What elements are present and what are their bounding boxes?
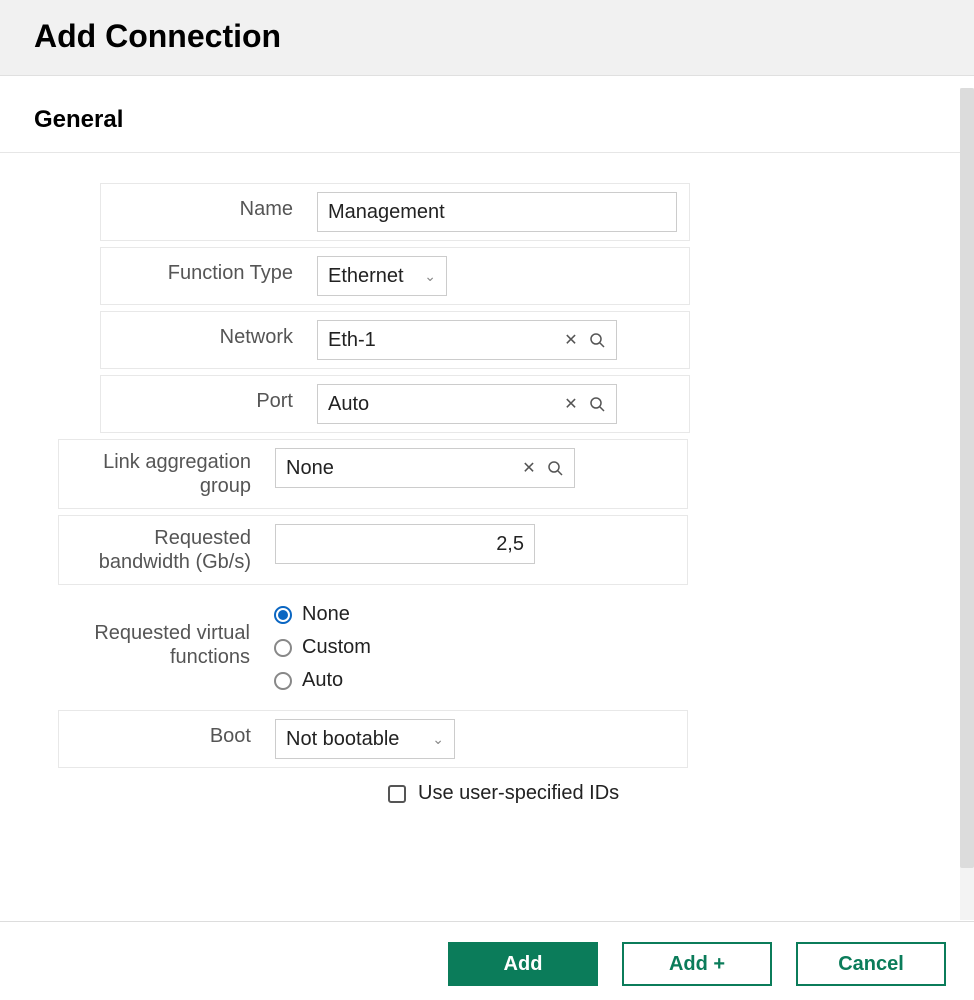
label-port: Port [101,376,311,427]
port-combo[interactable]: Auto ✕ [317,384,617,424]
add-plus-button-label: Add + [669,953,725,976]
clear-icon[interactable]: ✕ [562,331,580,349]
clear-icon[interactable]: ✕ [520,459,538,477]
section-header: General [0,76,974,153]
use-ids-label: Use user-specified IDs [418,782,619,805]
add-button-label: Add [504,953,543,976]
label-name: Name [101,184,311,235]
row-lag: Link aggregation group None ✕ [58,439,688,509]
row-use-ids[interactable]: Use user-specified IDs [172,782,802,805]
network-combo[interactable]: Eth-1 ✕ [317,320,617,360]
form-body: Name Management Function Type Ethernet ⌄ [0,153,974,835]
radio-none[interactable]: None [274,603,371,626]
cancel-button[interactable]: Cancel [796,942,946,986]
row-name: Name Management [100,183,690,241]
radio-icon [274,672,292,690]
search-icon[interactable] [588,331,606,349]
label-function-type: Function Type [101,248,311,299]
radio-icon [274,639,292,657]
label-boot: Boot [59,711,269,762]
lag-combo[interactable]: None ✕ [275,448,575,488]
row-bandwidth: Requested bandwidth (Gb/s) 2,5 [58,515,688,585]
row-virtual-functions: Requested virtual functions None Custom [58,591,688,704]
dialog-header: Add Connection [0,0,974,76]
radio-custom[interactable]: Custom [274,636,371,659]
clear-icon[interactable]: ✕ [562,395,580,413]
function-type-value: Ethernet [328,265,404,288]
radio-auto[interactable]: Auto [274,669,371,692]
cancel-button-label: Cancel [838,953,904,976]
boot-value: Not bootable [286,728,399,751]
row-function-type: Function Type Ethernet ⌄ [100,247,690,305]
port-value: Auto [328,393,562,416]
row-network: Network Eth-1 ✕ [100,311,690,369]
network-value: Eth-1 [328,329,562,352]
dialog-content: General Name Management Function Type Et… [0,76,974,908]
scrollbar[interactable] [960,88,974,920]
boot-select[interactable]: Not bootable ⌄ [275,719,455,759]
name-input-text: Management [328,201,445,224]
search-icon[interactable] [546,459,564,477]
virtual-functions-radio-group: None Custom Auto [274,599,371,696]
chevron-down-icon: ⌄ [432,731,444,748]
radio-auto-label: Auto [302,669,343,692]
dialog-footer: Add Add + Cancel [0,921,974,1000]
search-icon[interactable] [588,395,606,413]
lag-value: None [286,457,520,480]
function-type-select[interactable]: Ethernet ⌄ [317,256,447,296]
bandwidth-value: 2,5 [496,533,524,556]
add-connection-dialog: Add Connection General Name Management F… [0,0,974,1000]
add-plus-button[interactable]: Add + [622,942,772,986]
label-network: Network [101,312,311,363]
label-bandwidth: Requested bandwidth (Gb/s) [59,516,269,584]
label-virtual-functions: Requested virtual functions [58,591,268,679]
radio-custom-label: Custom [302,636,371,659]
radio-none-label: None [302,603,350,626]
row-boot: Boot Not bootable ⌄ [58,710,688,768]
radio-icon [274,606,292,624]
add-button[interactable]: Add [448,942,598,986]
chevron-down-icon: ⌄ [424,268,436,285]
name-input[interactable]: Management [317,192,677,232]
dialog-title: Add Connection [34,18,940,55]
checkbox-icon [388,785,406,803]
bandwidth-input[interactable]: 2,5 [275,524,535,564]
row-port: Port Auto ✕ [100,375,690,433]
label-lag: Link aggregation group [59,440,269,508]
scrollbar-thumb[interactable] [960,88,974,868]
general-section-title: General [34,106,940,134]
